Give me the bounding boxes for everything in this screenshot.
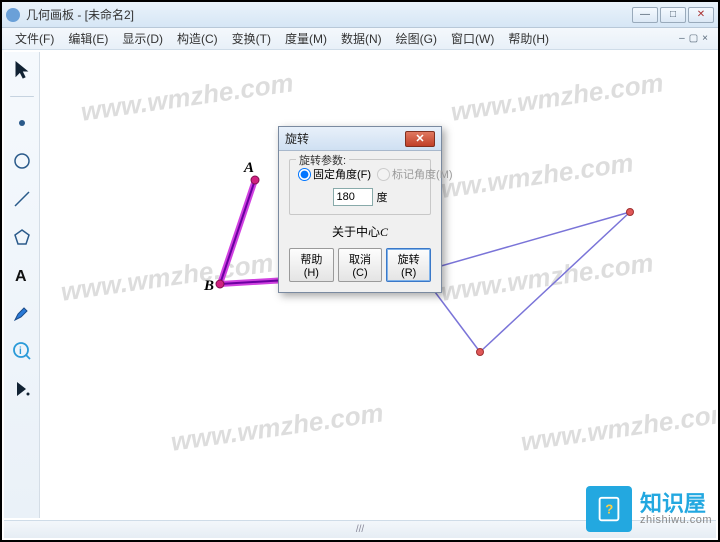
svg-text:A: A: [15, 268, 27, 285]
toolbar-separator: [10, 96, 34, 97]
app-icon: [6, 8, 20, 22]
svg-text:?: ?: [605, 502, 613, 517]
menubar: 文件(F) 编辑(E) 显示(D) 构造(C) 变换(T) 度量(M) 数据(N…: [2, 28, 718, 50]
radio-fixed-angle[interactable]: 固定角度(F): [298, 166, 371, 182]
dialog-title: 旋转: [285, 130, 309, 147]
point-label-b: B: [204, 278, 214, 295]
group-label: 旋转参数:: [296, 152, 349, 168]
radio-marked-input: [377, 168, 390, 181]
brand-name: 知识屋: [640, 492, 712, 515]
angle-input[interactable]: [333, 188, 373, 206]
help-button[interactable]: 帮助(H): [289, 248, 334, 282]
point-tool[interactable]: [8, 109, 36, 137]
text-tool[interactable]: A: [8, 261, 36, 289]
titlebar: 几何画板 - [未命名2] — □ ✕: [2, 2, 718, 28]
rotate-button[interactable]: 旋转(R): [386, 248, 431, 282]
menu-help[interactable]: 帮助(H): [501, 30, 556, 47]
toolbar: A i: [4, 52, 40, 518]
dialog-titlebar[interactable]: 旋转 ✕: [279, 127, 441, 151]
dialog-close-button[interactable]: ✕: [405, 131, 435, 147]
center-label: 关于中心C: [289, 223, 431, 240]
mdi-restore-icon[interactable]: ▢: [689, 33, 698, 44]
marker-tool[interactable]: [8, 299, 36, 327]
mdi-close-icon[interactable]: ×: [702, 33, 708, 44]
menu-data[interactable]: 数据(N): [334, 30, 389, 47]
radio-marked-angle: 标记角度(M): [377, 166, 453, 182]
line-tool[interactable]: [8, 185, 36, 213]
polygon-tool[interactable]: [8, 223, 36, 251]
arrow-tool[interactable]: [8, 56, 36, 84]
menu-window[interactable]: 窗口(W): [444, 30, 501, 47]
menu-construct[interactable]: 构造(C): [170, 30, 225, 47]
menu-file[interactable]: 文件(F): [8, 30, 61, 47]
point-label-a: A: [244, 160, 254, 177]
window-title: 几何画板 - [未命名2]: [26, 6, 134, 23]
minimize-button[interactable]: —: [632, 7, 658, 23]
menu-edit[interactable]: 编辑(E): [61, 30, 115, 47]
brand-badge: ? 知识屋 zhishiwu.com: [586, 486, 712, 532]
brand-domain: zhishiwu.com: [640, 515, 712, 527]
menu-graph[interactable]: 绘图(G): [389, 30, 444, 47]
info-tool[interactable]: i: [8, 337, 36, 365]
radio-fixed-input[interactable]: [298, 168, 311, 181]
close-button[interactable]: ✕: [688, 7, 714, 23]
circle-tool[interactable]: [8, 147, 36, 175]
degree-unit-label: 度: [377, 189, 388, 205]
menu-display[interactable]: 显示(D): [115, 30, 170, 47]
menu-transform[interactable]: 变换(T): [225, 30, 278, 47]
cancel-button[interactable]: 取消(C): [338, 248, 383, 282]
mdi-minimize-icon[interactable]: –: [679, 33, 685, 44]
rotate-dialog: 旋转 ✕ 旋转参数: 固定角度(F) 标记角度(M) 度 关于中心C: [278, 126, 442, 293]
menu-measure[interactable]: 度量(M): [278, 30, 334, 47]
statusbar-grip-icon: ///: [356, 524, 364, 535]
custom-tool[interactable]: [8, 375, 36, 403]
svg-text:i: i: [19, 346, 22, 357]
brand-logo-icon: ?: [586, 486, 632, 532]
maximize-button[interactable]: □: [660, 7, 686, 23]
